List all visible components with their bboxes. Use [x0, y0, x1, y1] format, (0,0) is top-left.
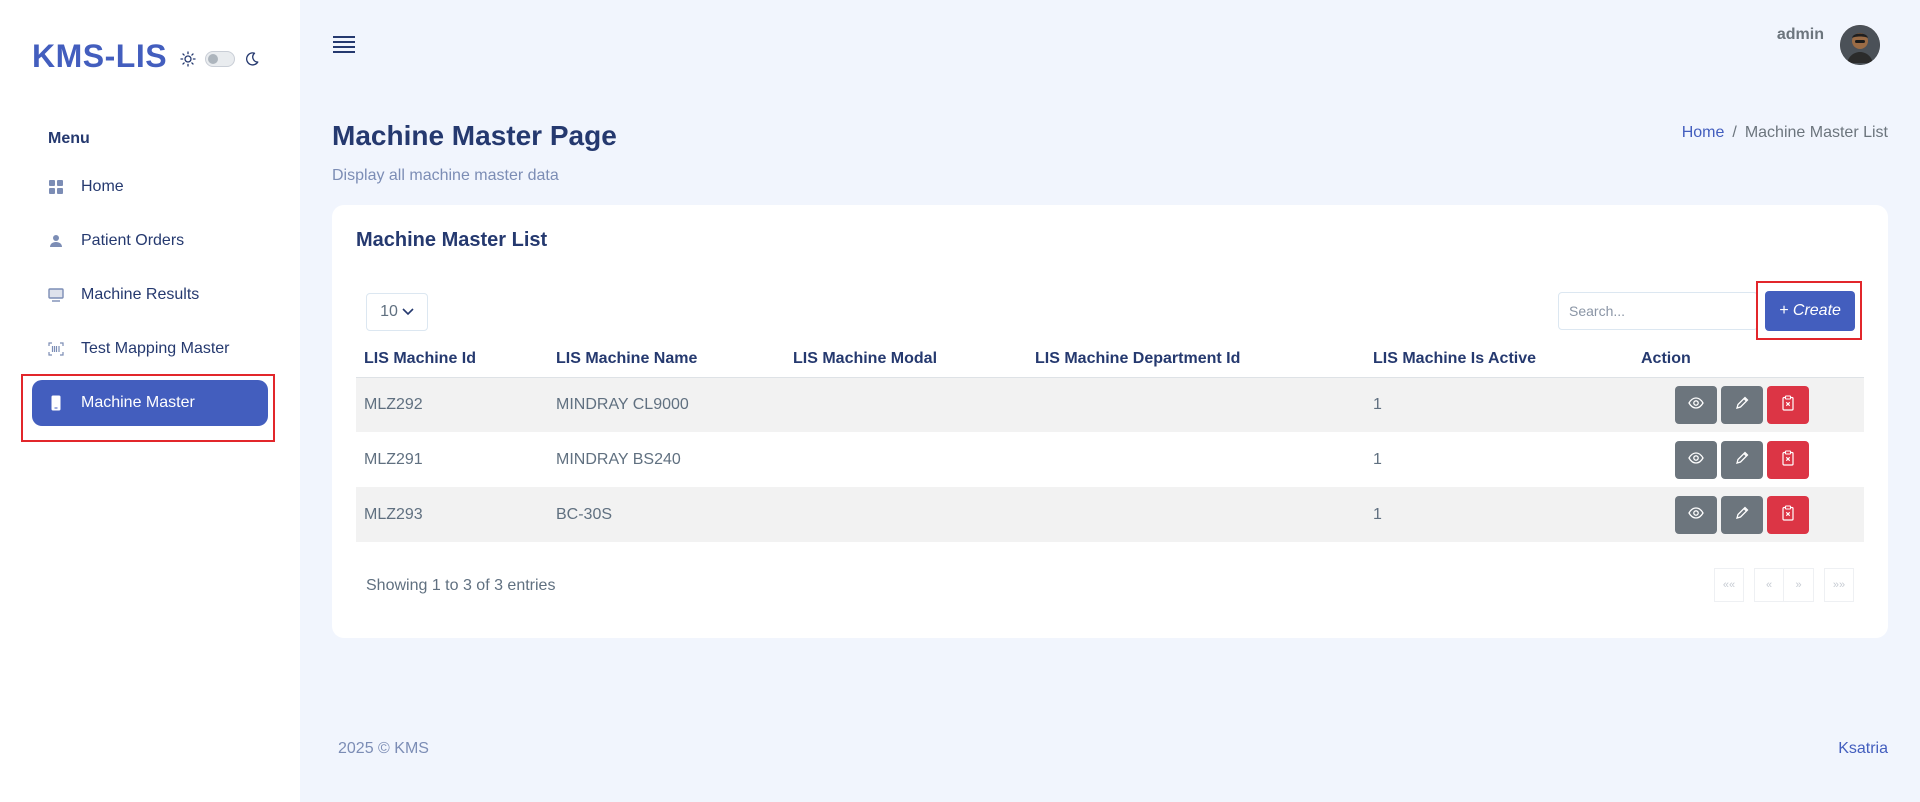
barcode-icon	[48, 341, 64, 357]
prev-page-button[interactable]: «	[1754, 568, 1784, 602]
edit-button[interactable]	[1721, 440, 1763, 479]
breadcrumb-home-link[interactable]: Home	[1682, 124, 1725, 142]
eye-icon	[1688, 397, 1704, 412]
column-header[interactable]: LIS Machine Name	[548, 341, 785, 378]
cell-machine-modal	[785, 487, 1027, 542]
monitor-icon	[48, 287, 64, 303]
view-button[interactable]	[1675, 440, 1717, 479]
edit-button[interactable]	[1721, 495, 1763, 534]
delete-button[interactable]	[1767, 385, 1809, 424]
footer-credit-link[interactable]: Ksatria	[1838, 740, 1888, 758]
eye-icon	[1688, 452, 1704, 467]
person-icon	[48, 233, 64, 249]
sidebar-item-home[interactable]: Home	[32, 164, 268, 210]
breadcrumb-current: Machine Master List	[1744, 124, 1888, 141]
grid-icon	[48, 179, 64, 195]
column-header[interactable]: LIS Machine Is Active	[1365, 341, 1633, 378]
table-header-row: LIS Machine Id LIS Machine Name LIS Mach…	[356, 341, 1864, 378]
sidebar-item-machine-results[interactable]: Machine Results	[32, 272, 268, 318]
page-subtitle: Display all machine master data	[332, 167, 559, 184]
footer-copyright: 2025 © KMS	[338, 740, 429, 757]
clipboard-x-icon	[1782, 395, 1794, 414]
brand-logo[interactable]: KMS-LIS	[32, 38, 167, 75]
column-header[interactable]: LIS Machine Department Id	[1027, 341, 1365, 378]
column-header[interactable]: LIS Machine Id	[356, 341, 548, 378]
breadcrumb: Home / Machine Master List	[1682, 124, 1888, 142]
search-input[interactable]	[1558, 292, 1758, 330]
user-name[interactable]: admin	[1777, 26, 1824, 44]
cell-department-id	[1027, 487, 1365, 542]
machine-master-table: LIS Machine Id LIS Machine Name LIS Mach…	[356, 341, 1864, 542]
theme-switch[interactable]	[205, 51, 236, 67]
cell-department-id	[1027, 432, 1365, 487]
chevron-down-icon	[402, 303, 414, 321]
cell-machine-id: MLZ293	[356, 487, 548, 542]
cell-machine-modal	[785, 377, 1027, 432]
cell-department-id	[1027, 377, 1365, 432]
sidebar-item-label: Machine Results	[81, 286, 200, 303]
moon-icon	[243, 50, 261, 68]
cell-machine-name: MINDRAY CL9000	[548, 377, 785, 432]
cell-actions	[1633, 432, 1864, 487]
menu-title: Menu	[48, 130, 90, 147]
sidebar-item-label: Home	[81, 178, 124, 195]
sidebar-item-machine-master[interactable]: Machine Master	[32, 380, 268, 426]
breadcrumb-separator: /	[1732, 124, 1737, 141]
sidebar-item-label: Patient Orders	[81, 232, 185, 249]
sidebar-item-test-mapping-master[interactable]: Test Mapping Master	[32, 326, 268, 372]
cell-machine-name: MINDRAY BS240	[556, 450, 681, 468]
table-row: MLZ292 MINDRAY CL9000 1	[356, 377, 1864, 432]
pencil-icon	[1735, 396, 1749, 413]
eye-icon	[1688, 507, 1704, 522]
cell-is-active: 1	[1365, 487, 1633, 542]
brand-row: KMS-LIS	[32, 36, 261, 76]
cell-actions	[1633, 487, 1864, 542]
clipboard-x-icon	[1782, 505, 1794, 524]
next-page-button[interactable]: »	[1784, 568, 1814, 602]
first-page-button[interactable]: ««	[1714, 568, 1744, 602]
column-header: Action	[1633, 341, 1864, 378]
user-avatar[interactable]	[1840, 25, 1880, 65]
prev-next-group: « »	[1754, 568, 1814, 602]
pencil-icon	[1735, 451, 1749, 468]
table-row: MLZ291 MINDRAY BS240 1	[356, 432, 1864, 487]
table-info: Showing 1 to 3 of 3 entries	[366, 577, 556, 594]
cell-machine-modal	[785, 432, 1027, 487]
switch-knob	[208, 54, 219, 64]
create-button[interactable]: + Create	[1765, 291, 1855, 331]
machine-master-card: Machine Master List 10 + Create LIS Mach…	[332, 205, 1888, 638]
view-button[interactable]	[1675, 495, 1717, 534]
theme-toggle	[179, 50, 261, 68]
page-title: Machine Master Page	[332, 120, 617, 151]
sun-icon	[179, 50, 197, 68]
sidebar-item-patient-orders[interactable]: Patient Orders	[32, 218, 268, 264]
column-header[interactable]: LIS Machine Modal	[785, 341, 1027, 378]
pagination: «« « » »»	[1714, 568, 1854, 602]
view-button[interactable]	[1675, 385, 1717, 424]
sidebar: KMS-LIS Menu Home Patient Orders Machine…	[0, 0, 300, 802]
cell-machine-name: BC-30S	[548, 487, 785, 542]
card-title: Machine Master List	[356, 229, 548, 251]
last-page-button[interactable]: »»	[1824, 568, 1854, 602]
page-size-select[interactable]: 10	[366, 293, 428, 331]
sidebar-menu: Home Patient Orders Machine Results Test…	[32, 164, 268, 434]
cell-machine-id: MLZ292	[356, 377, 548, 432]
edit-button[interactable]	[1721, 385, 1763, 424]
delete-button[interactable]	[1767, 495, 1809, 534]
delete-button[interactable]	[1767, 440, 1809, 479]
page-size-value: 10	[380, 303, 398, 320]
phone-icon	[48, 395, 64, 411]
clipboard-x-icon	[1782, 450, 1794, 469]
cell-is-active: 1	[1373, 450, 1382, 468]
cell-machine-id: MLZ291	[364, 450, 423, 468]
sidebar-item-label: Machine Master	[81, 394, 195, 411]
cell-is-active: 1	[1365, 377, 1633, 432]
cell-actions	[1633, 377, 1864, 432]
sidebar-item-label: Test Mapping Master	[81, 340, 230, 357]
table-row: MLZ293 BC-30S 1	[356, 487, 1864, 542]
hamburger-menu-icon[interactable]	[333, 36, 355, 54]
pencil-icon	[1735, 506, 1749, 523]
